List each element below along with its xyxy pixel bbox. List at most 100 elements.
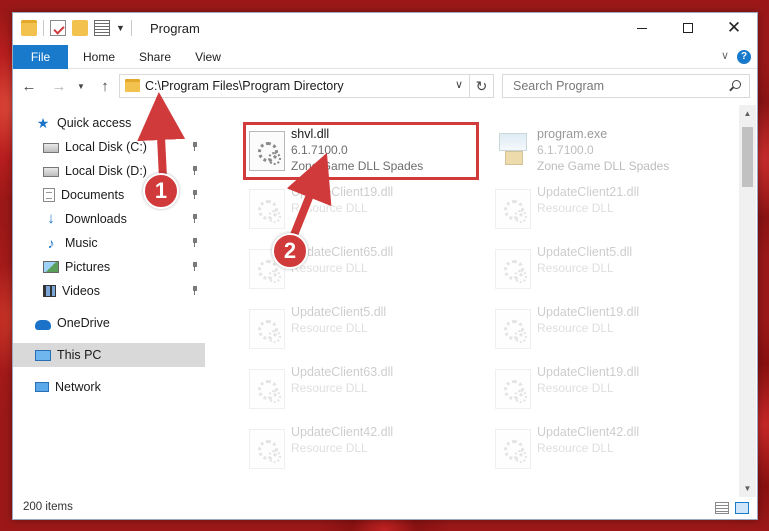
dll-file-icon	[249, 369, 285, 409]
sidebar-item-local-disk-c[interactable]: Local Disk (C:)	[13, 135, 205, 159]
tiles-view-icon[interactable]	[735, 502, 749, 514]
file-type: Resource DLL	[537, 321, 614, 335]
sidebar-item-downloads[interactable]: ↓ Downloads	[13, 207, 205, 231]
file-name: UpdateClient5.dll	[537, 245, 633, 259]
forward-button[interactable]: →	[49, 76, 69, 96]
title-bar: ▼ Program ✕	[13, 13, 757, 45]
file-item[interactable]: UpdateClient5.dll Resource DLL	[489, 243, 725, 295]
tab-share[interactable]: Share	[130, 45, 180, 69]
pin-icon	[191, 190, 199, 199]
file-item-program-exe[interactable]: program.exe 6.1.7100.0 Zone Game DLL Spa…	[489, 125, 725, 177]
file-type: Resource DLL	[291, 381, 368, 395]
computer-icon	[35, 349, 51, 361]
file-name: UpdateClient63.dll	[291, 365, 394, 379]
file-item[interactable]: UpdateClient19.dll Resource DLL	[243, 183, 479, 235]
recent-locations-button[interactable]: ▼	[75, 76, 87, 96]
file-item[interactable]: UpdateClient19.dll Resource DLL	[489, 363, 725, 415]
scrollbar-thumb[interactable]	[742, 127, 753, 187]
file-item[interactable]: UpdateClient63.dll Resource DLL	[243, 363, 479, 415]
dll-file-icon	[249, 429, 285, 469]
up-arrow-icon: ↑	[101, 77, 109, 95]
file-item[interactable]: UpdateClient5.dll Resource DLL	[243, 303, 479, 355]
navigation-pane: ★ Quick access Local Disk (C:) Local Dis…	[13, 105, 205, 497]
minimize-icon	[637, 27, 647, 29]
sidebar-item-label: Network	[55, 380, 101, 394]
search-input[interactable]: Search Program	[502, 74, 750, 98]
file-name: UpdateClient19.dll	[537, 305, 640, 319]
file-item[interactable]: UpdateClient42.dll Resource DLL	[489, 423, 725, 475]
address-history-chevron-icon[interactable]: ∨	[455, 78, 463, 91]
file-name: UpdateClient42.dll	[291, 425, 394, 439]
file-type: Resource DLL	[291, 321, 368, 335]
exe-file-icon	[497, 131, 529, 165]
sidebar-item-quick-access[interactable]: ★ Quick access	[13, 111, 205, 135]
callout-step-1: 1	[143, 173, 179, 209]
file-item[interactable]: UpdateClient19.dll Resource DLL	[489, 303, 725, 355]
back-button[interactable]: ←	[19, 76, 39, 96]
folder-icon	[125, 79, 140, 92]
pin-icon	[191, 166, 199, 175]
sidebar-item-label: Pictures	[65, 260, 111, 274]
file-type: Resource DLL	[537, 261, 614, 275]
network-icon	[35, 382, 49, 392]
file-item[interactable]: UpdateClient42.dll Resource DLL	[243, 423, 479, 475]
expand-ribbon-chevron-icon[interactable]: ∨	[721, 49, 729, 62]
toolbar-divider	[43, 20, 44, 36]
scroll-down-arrow-icon[interactable]: ▼	[739, 480, 756, 497]
dll-file-icon	[495, 429, 531, 469]
file-type: Resource DLL	[291, 201, 368, 215]
file-item-shvl-dll[interactable]: shvl.dll 6.1.7100.0 Zone Game DLL Spades	[243, 125, 479, 177]
callout-step-2: 2	[272, 233, 308, 269]
file-type: Resource DLL	[537, 441, 614, 455]
customize-toolbar-chevron-icon[interactable]: ▼	[116, 23, 125, 33]
sidebar-item-this-pc[interactable]: This PC	[13, 343, 205, 367]
file-description: Zone Game DLL Spades	[537, 159, 670, 173]
file-description: Zone Game DLL Spades	[291, 159, 424, 173]
sidebar-item-label: Quick access	[57, 116, 132, 130]
file-type: Resource DLL	[537, 201, 614, 215]
vertical-scrollbar[interactable]: ▲ ▼	[739, 105, 756, 497]
view-options-icon[interactable]	[94, 20, 110, 36]
sidebar-item-local-disk-d[interactable]: Local Disk (D:)	[13, 159, 205, 183]
tab-view[interactable]: View	[183, 45, 233, 69]
maximize-icon	[683, 23, 693, 33]
file-name: shvl.dll	[291, 127, 330, 141]
ribbon-tabs: File Home Share View ∨ ?	[13, 45, 757, 69]
window-title: Program	[150, 21, 200, 36]
scroll-up-arrow-icon[interactable]: ▲	[739, 105, 756, 122]
sidebar-item-pictures[interactable]: Pictures	[13, 255, 205, 279]
pin-icon	[191, 214, 199, 223]
address-path[interactable]: C:\Program Files\Program Directory	[145, 79, 344, 93]
up-button[interactable]: ↑	[95, 76, 115, 96]
help-icon[interactable]: ?	[737, 50, 751, 64]
close-button[interactable]: ✕	[711, 13, 757, 43]
maximize-button[interactable]	[665, 13, 711, 43]
toolbar-divider	[130, 20, 132, 36]
properties-icon[interactable]	[50, 20, 66, 36]
sidebar-item-music[interactable]: ♪ Music	[13, 231, 205, 255]
file-name: UpdateClient21.dll	[537, 185, 640, 199]
tab-home[interactable]: Home	[71, 45, 127, 69]
refresh-icon: ↻	[475, 77, 488, 94]
address-bar[interactable]: C:\Program Files\Program Directory ∨ ↻	[119, 74, 494, 98]
refresh-button[interactable]: ↻	[469, 75, 493, 97]
details-view-icon[interactable]	[715, 502, 729, 514]
file-type: Resource DLL	[291, 441, 368, 455]
sidebar-item-videos[interactable]: Videos	[13, 279, 205, 303]
sidebar-item-label: Downloads	[65, 212, 127, 226]
dll-file-icon	[249, 131, 285, 171]
new-folder-icon[interactable]	[72, 20, 88, 36]
minimize-button[interactable]	[619, 13, 665, 43]
cloud-icon	[35, 319, 51, 330]
tab-file[interactable]: File	[13, 45, 68, 69]
sidebar-item-onedrive[interactable]: OneDrive	[13, 311, 205, 335]
file-name: UpdateClient19.dll	[537, 365, 640, 379]
file-item[interactable]: UpdateClient21.dll Resource DLL	[489, 183, 725, 235]
sidebar-item-network[interactable]: Network	[13, 375, 205, 399]
search-icon	[732, 80, 741, 89]
file-version: 6.1.7100.0	[291, 143, 348, 157]
pin-icon	[191, 238, 199, 247]
documents-icon	[43, 188, 55, 202]
disk-icon	[43, 167, 59, 177]
dll-file-icon	[249, 309, 285, 349]
